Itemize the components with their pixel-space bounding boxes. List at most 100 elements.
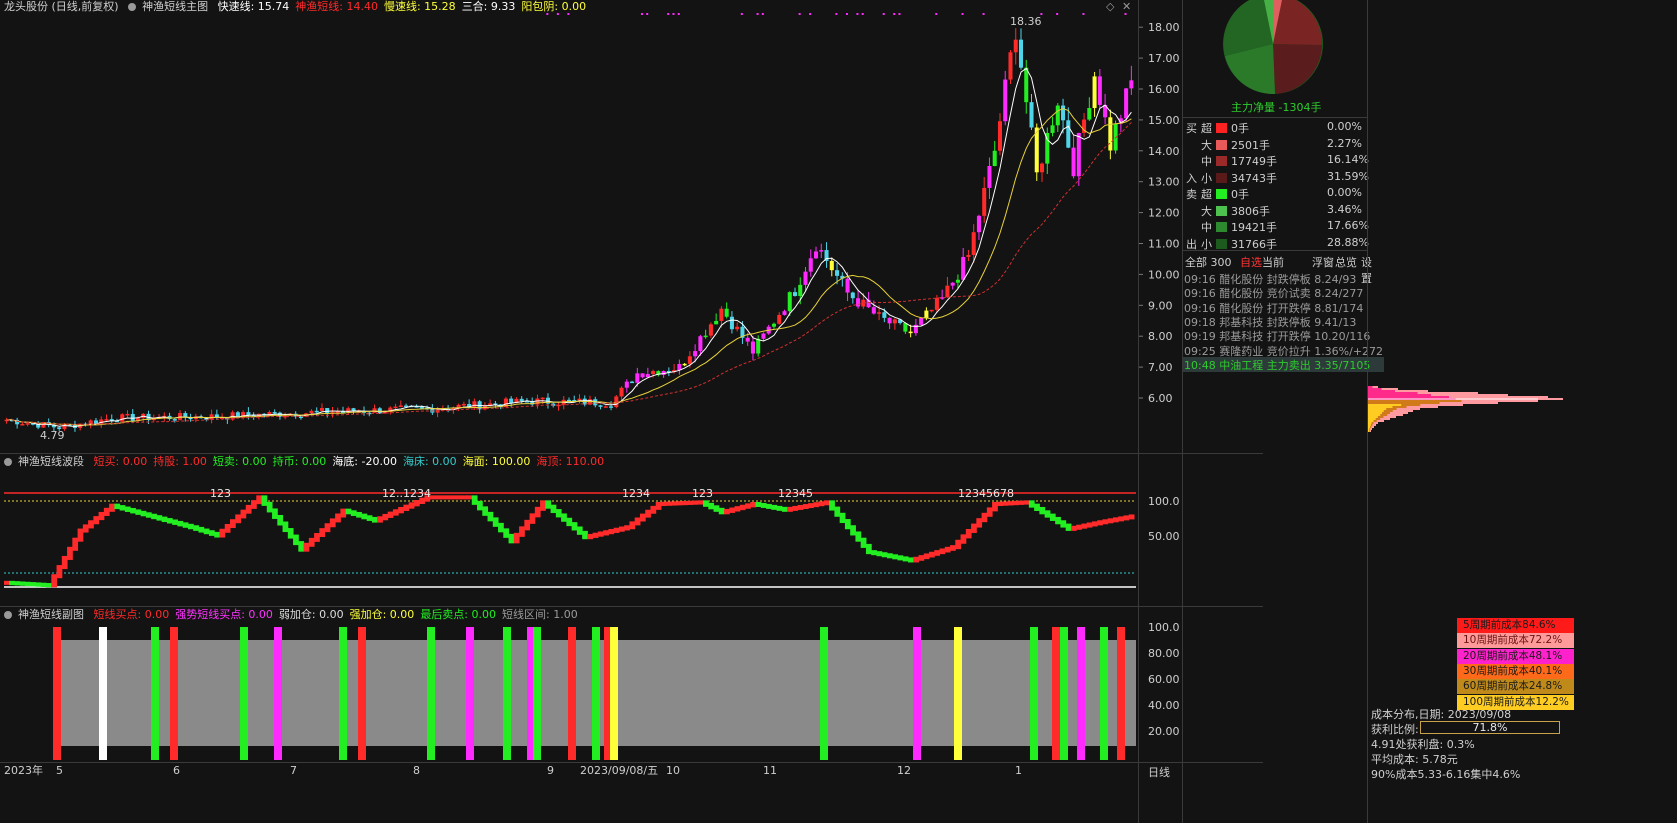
ticker-item[interactable]: 09:25 赛隆药业 竞价拉升 1.36%/+272: [1183, 343, 1384, 358]
wave-step: [77, 528, 84, 542]
flow-color-swatch: [1216, 156, 1227, 166]
candle-body: [845, 278, 850, 293]
tab-3[interactable]: 浮窗: [1312, 254, 1334, 270]
candle-body: [877, 312, 882, 314]
candle-body: [908, 331, 913, 334]
wave-step: [645, 509, 651, 518]
sub-indicator-name[interactable]: 神渔短线副图: [18, 608, 84, 621]
candle-body: [120, 414, 125, 422]
flow-percent: 17.66%: [1327, 219, 1369, 232]
ytick-label: 15.00: [1148, 114, 1180, 127]
ticker-item[interactable]: 09:16 醋化股份 打开跌停 8.81/174: [1183, 300, 1384, 315]
ytick-label: 14.00: [1148, 145, 1180, 158]
wave-step: [19, 581, 26, 586]
wave-step: [345, 508, 352, 515]
tab-0[interactable]: 全部 300: [1185, 254, 1232, 270]
signal-bar: [1052, 627, 1060, 760]
high-price-label: 18.36: [1010, 15, 1042, 28]
wave-step: [240, 509, 247, 519]
wave-step: [524, 519, 531, 531]
candle-body: [819, 250, 824, 252]
wave-step: [850, 525, 856, 536]
low-price-label: 4.79: [40, 429, 65, 442]
settings-icon[interactable]: [128, 3, 137, 11]
wave-step: [377, 516, 383, 523]
wave-step: [860, 537, 867, 548]
ytick-label: 11.00: [1148, 238, 1180, 251]
signal-dot: [898, 13, 901, 15]
candle-body: [1066, 120, 1071, 148]
wave-step: [103, 507, 110, 516]
wave-step: [4, 580, 10, 585]
candle-body: [325, 408, 330, 414]
candle-body: [771, 323, 777, 327]
tab-4[interactable]: 总览: [1335, 254, 1357, 270]
chart-close-icon[interactable]: ✕: [1122, 0, 1131, 13]
wave-step: [676, 501, 683, 506]
cost-profile-bar: [1368, 406, 1393, 408]
signal-dot: [672, 13, 675, 15]
candle-body: [745, 337, 750, 342]
ticker-item[interactable]: 10:48 中油工程 主力卖出 3.35/7105: [1183, 356, 1384, 372]
wave-step: [1034, 503, 1040, 511]
cost-profile-bar: [1368, 410, 1384, 412]
wave-step: [639, 513, 646, 522]
tab-1[interactable]: 自选: [1240, 254, 1262, 270]
wave-step: [1023, 500, 1030, 505]
candle-body: [335, 411, 340, 413]
wave-step: [335, 513, 341, 523]
wave-step: [934, 550, 941, 556]
pane-divider[interactable]: [0, 606, 1263, 607]
flow-row: 小 34743手 31.59%: [1183, 168, 1383, 186]
signal-dot: [861, 13, 864, 15]
flow-color-swatch: [1216, 238, 1227, 249]
wave-step: [844, 519, 851, 530]
settings-icon[interactable]: [4, 458, 12, 466]
wave-step: [771, 504, 778, 510]
wave-step: [371, 516, 378, 523]
signal-bar: [1100, 627, 1108, 760]
cost-profile-bar: [1368, 408, 1387, 410]
signal-dot: [893, 13, 896, 15]
pane-divider[interactable]: [0, 453, 1263, 454]
signal-dot: [1056, 13, 1059, 15]
flow-row: 小 31766手 28.88%: [1183, 234, 1383, 252]
candle-body: [1071, 147, 1076, 177]
wave-step: [135, 509, 142, 515]
wave-step: [287, 528, 294, 539]
wave-step: [1013, 500, 1019, 506]
wave-step: [224, 523, 231, 533]
wave-step: [618, 526, 625, 532]
kline-chart[interactable]: 18.0017.0016.0015.0014.0013.0012.0011.00…: [0, 0, 1265, 823]
wave-step: [46, 583, 52, 588]
wave-step: [766, 503, 772, 509]
wave-indicator-name[interactable]: 神渔短线波段: [18, 455, 84, 468]
chart-area[interactable]: 18.00 17.00 16.00 15.00 14.00 13.00 12.00 11.00…: [0, 0, 1265, 823]
ticker-item[interactable]: 09:19 邦基科技 打开跌停 10.20/116: [1183, 328, 1384, 343]
flow-percent: 31.59%: [1327, 169, 1369, 183]
ticker-item[interactable]: 09:16 醋化股份 竞价试卖 8.24/277: [1183, 285, 1384, 300]
ticker-item[interactable]: 09:18 邦基科技 封跌停板 9.41/13: [1183, 314, 1384, 329]
chart-options-icon[interactable]: ◇: [1106, 0, 1114, 13]
wave-step: [660, 501, 667, 506]
candle-body: [398, 405, 403, 408]
wave-peak-label: 12345: [778, 487, 813, 500]
signal-bar: [568, 627, 576, 760]
wave-step: [266, 501, 273, 513]
main-indicator-name[interactable]: 神渔短线主图: [142, 0, 208, 13]
tab-2[interactable]: 当前: [1262, 254, 1284, 270]
wave-step: [398, 506, 404, 514]
wave-step: [613, 527, 620, 533]
ytick-label: 16.00: [1148, 83, 1180, 96]
candle-body: [724, 308, 729, 317]
ytick-label: 12.00: [1148, 207, 1180, 220]
period-label[interactable]: 日线: [1148, 764, 1170, 780]
signal-dot: [1124, 13, 1127, 15]
cost-profile-bar: [1368, 404, 1402, 406]
settings-icon[interactable]: [4, 611, 12, 619]
ytick-label: 10.00: [1148, 268, 1180, 281]
candle-body: [782, 311, 787, 315]
ticker-item[interactable]: 09:16 醋化股份 封跌停板 8.24/93: [1183, 271, 1384, 286]
signal-bar: [151, 627, 159, 760]
wave-step: [886, 553, 893, 559]
